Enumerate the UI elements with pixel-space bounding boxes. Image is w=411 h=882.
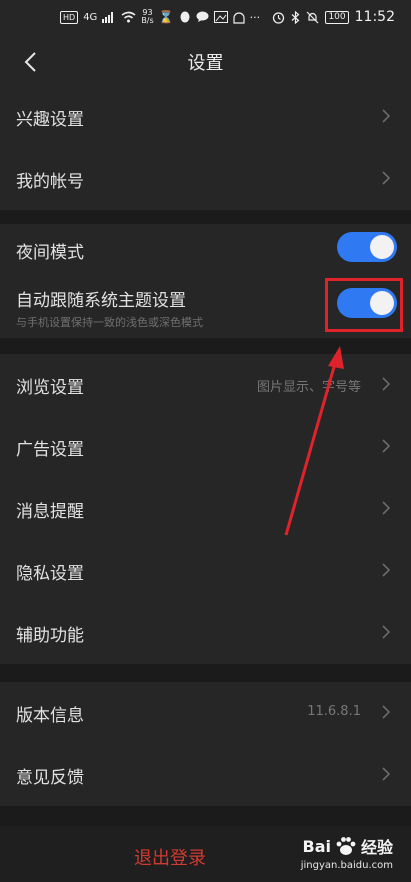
logout-bar: 退出登录 Bai 经验 jingyan.baidu.com	[0, 826, 411, 882]
qq-icon	[180, 11, 190, 22]
settings-row-privacy[interactable]: 隐私设置	[0, 540, 411, 602]
logout-button[interactable]: 退出登录	[0, 844, 340, 870]
row-subtitle: 与手机设置保持一致的浅色或深色模式	[16, 316, 203, 329]
settings-row-accessibility[interactable]: 辅助功能	[0, 602, 411, 664]
mute-bell-icon	[307, 11, 319, 23]
settings-row-night-mode: 夜间模式	[0, 224, 411, 272]
settings-row-ads[interactable]: 广告设置	[0, 416, 411, 478]
settings-row-interest[interactable]: 兴趣设置	[0, 86, 411, 148]
network-type: 4G	[83, 11, 98, 23]
chevron-right-icon	[382, 767, 391, 781]
row-label: 兴趣设置	[16, 110, 84, 130]
toggle-knob	[370, 235, 394, 259]
chevron-right-icon	[382, 501, 391, 515]
highlight-box	[325, 278, 403, 332]
time: 11:52	[354, 9, 395, 25]
chat-bubble-icon	[196, 11, 209, 22]
image-notification-icon	[213, 11, 228, 23]
hd-badge: HD	[60, 10, 79, 24]
settings-group-account: 兴趣设置 我的帐号	[0, 86, 411, 210]
row-label: 我的帐号	[16, 172, 84, 192]
status-bar: HD 4G 93 B/s ⌛ ··· 100 11:52	[0, 0, 411, 38]
row-label: 自动跟随系统主题设置	[16, 291, 186, 311]
settings-row-account[interactable]: 我的帐号	[0, 148, 411, 210]
signal-icon	[102, 12, 114, 23]
chevron-right-icon	[382, 563, 391, 577]
row-label: 隐私设置	[16, 564, 84, 584]
row-value: 图片显示、字号等	[256, 380, 361, 395]
watermark-brand-suffix: 经验	[360, 838, 393, 857]
baidu-watermark: Bai 经验 jingyan.baidu.com	[301, 834, 393, 872]
page-title: 设置	[187, 53, 224, 74]
wifi-icon	[121, 11, 136, 23]
night-mode-toggle[interactable]	[337, 232, 397, 262]
chevron-right-icon	[382, 705, 391, 719]
chevron-right-icon	[382, 377, 391, 391]
paw-icon	[336, 837, 356, 855]
more-notifications: ···	[249, 10, 261, 24]
chevron-right-icon	[382, 109, 391, 123]
net-speed: 93 B/s	[141, 9, 153, 25]
watermark-url: jingyan.baidu.com	[300, 860, 393, 871]
chevron-right-icon	[382, 171, 391, 185]
chevron-right-icon	[382, 439, 391, 453]
status-icons-right: 100 11:52	[272, 9, 395, 25]
settings-row-notifications[interactable]: 消息提醒	[0, 478, 411, 540]
battery-indicator: 100	[325, 10, 349, 24]
settings-row-browse[interactable]: 浏览设置 图片显示、字号等	[0, 354, 411, 416]
settings-row-version[interactable]: 版本信息 11.6.8.1	[0, 682, 411, 744]
row-label: 版本信息	[16, 706, 84, 726]
row-value: 11.6.8.1	[307, 704, 361, 719]
hourglass-icon: ⌛	[158, 10, 174, 24]
status-icons-left: HD 4G 93 B/s ⌛ ···	[60, 9, 260, 25]
row-label: 浏览设置	[16, 378, 84, 398]
row-label: 夜间模式	[16, 243, 84, 263]
settings-group-about: 版本信息 11.6.8.1 意见反馈	[0, 682, 411, 806]
row-label: 辅助功能	[16, 626, 84, 646]
bluetooth-icon	[292, 10, 300, 24]
settings-group-general: 浏览设置 图片显示、字号等 广告设置 消息提醒 隐私设置 辅助功能	[0, 354, 411, 664]
watermark-brand: Bai	[302, 836, 331, 856]
settings-row-feedback[interactable]: 意见反馈	[0, 744, 411, 806]
android-icon	[233, 11, 245, 24]
net-speed-unit: B/s	[141, 16, 154, 25]
row-label: 意见反馈	[16, 768, 84, 788]
top-app-bar: 设置	[0, 38, 411, 86]
alarm-icon	[273, 11, 285, 24]
row-label: 消息提醒	[16, 502, 84, 522]
row-label: 广告设置	[16, 440, 84, 460]
chevron-right-icon	[382, 625, 391, 639]
